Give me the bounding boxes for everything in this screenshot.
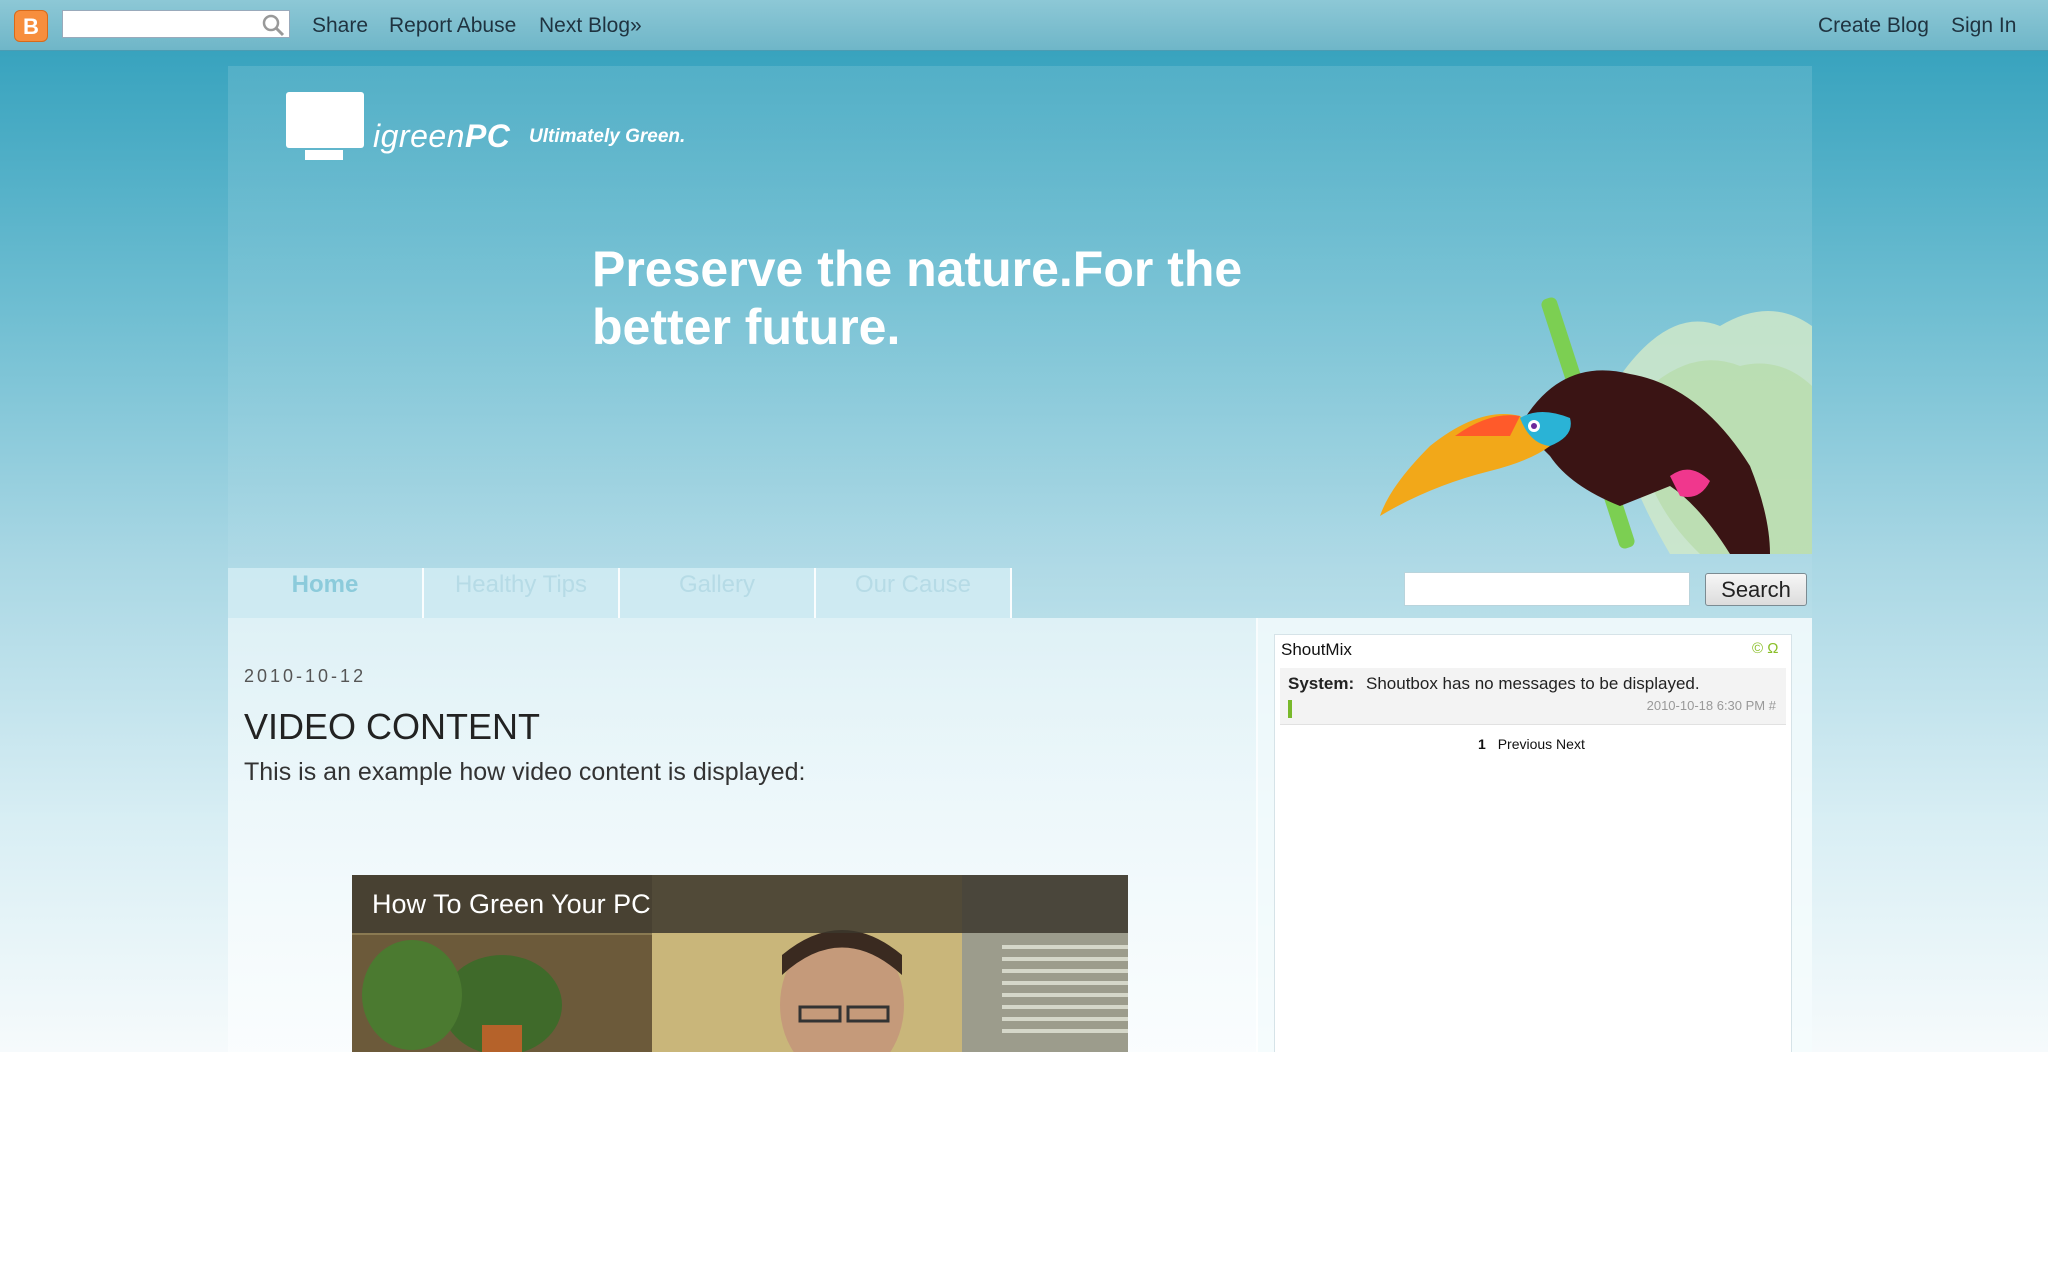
post-body: This is an example how video content is … bbox=[244, 758, 806, 786]
page-bottom-area bbox=[0, 1052, 2048, 1280]
monitor-logo-icon bbox=[286, 92, 364, 148]
blogger-logo-letter: B bbox=[23, 14, 39, 39]
shout-status-bar bbox=[1288, 700, 1292, 718]
post-title[interactable]: VIDEO CONTENT bbox=[244, 706, 540, 748]
search-button[interactable]: Search bbox=[1705, 573, 1807, 606]
blogger-logo-icon[interactable]: B bbox=[14, 10, 48, 42]
sign-in-link[interactable]: Sign In bbox=[1951, 14, 2016, 38]
shout-message: System: Shoutbox has no messages to be d… bbox=[1280, 668, 1786, 725]
tab-our-cause[interactable]: Our Cause bbox=[816, 568, 1012, 618]
post-date: 2010-10-12 bbox=[244, 666, 367, 686]
video-player[interactable]: How To Green Your PC bbox=[352, 875, 1128, 1052]
shout-pager: 1 Previous Next bbox=[1478, 736, 1585, 752]
tab-healthy-tips[interactable]: Healthy Tips bbox=[424, 568, 620, 618]
pager-next-link[interactable]: Next bbox=[1556, 736, 1585, 752]
headline-line-2: better future. bbox=[592, 299, 901, 355]
shout-time-text: 2010-10-18 6:30 PM bbox=[1646, 698, 1766, 713]
shout-text: Shoutbox has no messages to be displayed… bbox=[1366, 674, 1700, 693]
logo-text-suffix: PC bbox=[464, 118, 511, 154]
shoutmix-title[interactable]: ShoutMix bbox=[1281, 640, 1352, 660]
shout-timestamp: 2010-10-18 6:30 PM # bbox=[1647, 698, 1776, 713]
create-blog-link[interactable]: Create Blog bbox=[1818, 14, 1929, 38]
copyright-icon[interactable]: © bbox=[1752, 640, 1763, 657]
video-title-bar: How To Green Your PC bbox=[352, 875, 1128, 933]
site-tagline: Ultimately Green. bbox=[529, 126, 686, 147]
navbar-search-input[interactable] bbox=[62, 10, 290, 38]
tab-gallery[interactable]: Gallery bbox=[620, 568, 816, 618]
pager-current-page: 1 bbox=[1478, 736, 1486, 752]
monitor-stand-icon bbox=[305, 150, 343, 160]
shout-author: System: bbox=[1288, 674, 1355, 693]
share-link[interactable]: Share bbox=[312, 14, 368, 38]
blog-search-input[interactable] bbox=[1404, 572, 1690, 606]
site-logo-text[interactable]: igreenPC bbox=[373, 118, 510, 155]
header-headline: Preserve the nature.For the better futur… bbox=[592, 240, 1312, 356]
headline-line-1: Preserve the nature.For the bbox=[592, 241, 1243, 297]
shout-hash-link[interactable]: # bbox=[1769, 698, 1776, 713]
tab-home[interactable]: Home bbox=[228, 568, 424, 618]
blogger-navbar: B Share Report Abuse Next Blog» Create B… bbox=[0, 0, 2048, 51]
omega-icon[interactable]: Ω bbox=[1767, 640, 1778, 657]
report-abuse-link[interactable]: Report Abuse bbox=[389, 14, 516, 38]
search-icon[interactable] bbox=[260, 12, 286, 38]
pager-previous-link[interactable]: Previous bbox=[1498, 736, 1552, 752]
video-title[interactable]: How To Green Your PC bbox=[372, 889, 651, 920]
shoutmix-icons: © Ω bbox=[1752, 640, 1778, 657]
next-blog-link[interactable]: Next Blog» bbox=[539, 14, 642, 38]
toucan-illustration bbox=[1380, 297, 1812, 554]
logo-text-prefix: igreen bbox=[373, 118, 465, 154]
